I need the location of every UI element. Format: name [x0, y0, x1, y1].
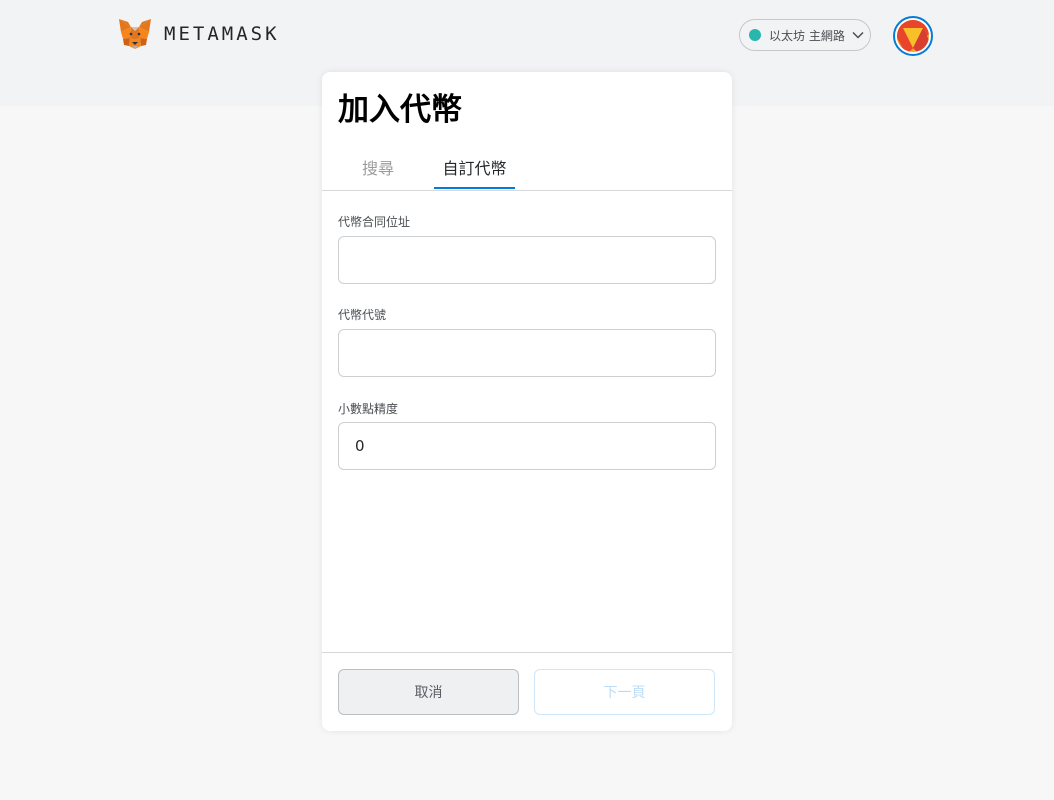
- chevron-down-icon: [852, 31, 864, 39]
- metamask-logo[interactable]: METAMASK: [118, 18, 280, 50]
- metamask-wordmark: METAMASK: [164, 23, 280, 45]
- contract-address-input[interactable]: [338, 236, 716, 284]
- account-avatar[interactable]: [893, 16, 933, 56]
- network-selector[interactable]: 以太坊 主網路: [739, 19, 871, 51]
- next-button[interactable]: 下一頁: [534, 669, 715, 715]
- network-status-dot: [749, 29, 761, 41]
- network-name: 以太坊 主網路: [769, 28, 845, 43]
- page-title: 加入代幣: [338, 92, 462, 128]
- token-symbol-input[interactable]: [338, 329, 716, 377]
- app-header: METAMASK 以太坊 主網路: [0, 0, 1054, 72]
- tab-search[interactable]: 搜尋: [344, 154, 412, 189]
- card-footer: 取消 下一頁: [322, 652, 732, 731]
- tab-custom-token[interactable]: 自訂代幣: [434, 154, 515, 189]
- cancel-button[interactable]: 取消: [338, 669, 519, 715]
- token-symbol-label: 代幣代號: [338, 308, 387, 322]
- tab-bar: 搜尋 自訂代幣: [322, 154, 732, 191]
- account-identicon: [897, 20, 929, 52]
- add-token-card: 加入代幣 搜尋 自訂代幣 代幣合同位址 代幣代號 小數點精度 取消 下一頁: [322, 72, 732, 731]
- contract-address-label: 代幣合同位址: [338, 215, 411, 229]
- decimals-input[interactable]: [338, 422, 716, 470]
- metamask-fox-icon: [118, 18, 152, 50]
- decimals-label: 小數點精度: [338, 402, 399, 416]
